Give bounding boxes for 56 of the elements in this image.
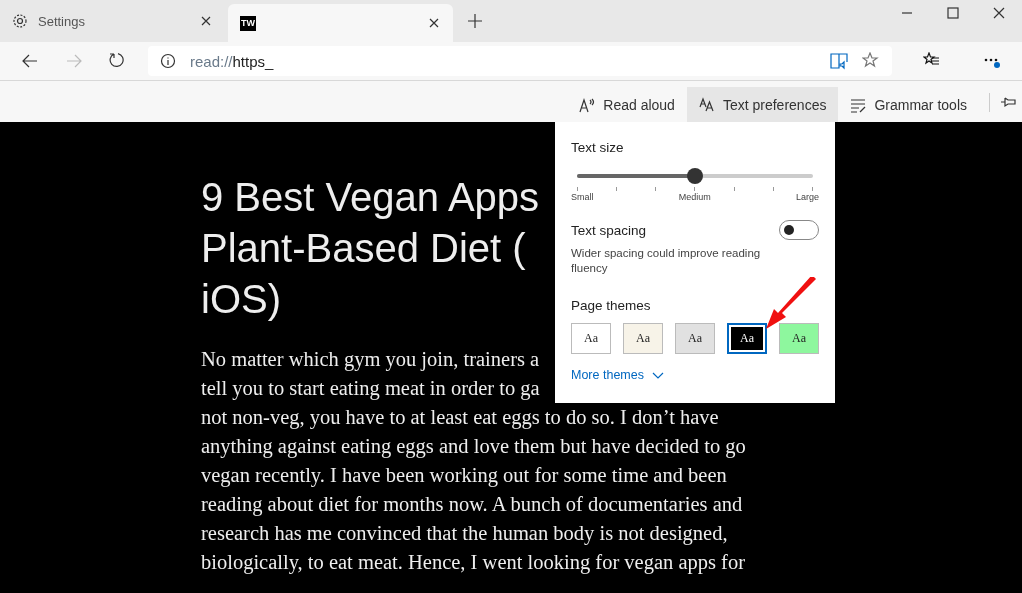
info-icon xyxy=(160,53,176,69)
address-bar[interactable]: read://https_ xyxy=(148,46,892,76)
maximize-icon xyxy=(947,7,959,19)
theme-swatch[interactable]: Aa xyxy=(675,323,715,354)
theme-swatch[interactable]: Aa xyxy=(779,323,819,354)
scale-label: Large xyxy=(795,192,819,202)
close-icon[interactable] xyxy=(199,14,213,28)
forward-arrow-icon xyxy=(66,53,82,69)
close-icon[interactable] xyxy=(427,16,441,30)
close-glyph xyxy=(427,16,441,30)
article-text-line: not non-veg, you have to at least eat eggs to do so. I don’t have xyxy=(201,405,719,431)
setting-description: Wider spacing could improve reading fluency xyxy=(571,246,762,276)
theme-swatch[interactable]: Aa xyxy=(623,323,663,354)
reader-toolbar-button[interactable]: Text preferences xyxy=(686,87,839,122)
annotation-arrow xyxy=(764,277,818,331)
scale-label: Small xyxy=(571,192,594,202)
plus-icon xyxy=(467,13,483,29)
refresh-icon xyxy=(109,52,127,70)
theme-swatch[interactable]: Aa xyxy=(571,323,611,354)
close-glyph xyxy=(199,14,213,28)
read-aloud-button[interactable] xyxy=(830,52,848,70)
section-heading: Page themes xyxy=(571,298,652,313)
book-speaker-icon xyxy=(830,52,848,70)
scale-label: Medium xyxy=(678,192,711,202)
favorite-button[interactable] xyxy=(862,52,880,70)
star-plus-icon xyxy=(862,52,880,70)
reader-toolbar-button[interactable]: Grammar tools xyxy=(838,87,979,122)
article-text-line: tell you to start eating meat in order to ga xyxy=(201,376,540,402)
toggle-switch[interactable] xyxy=(779,220,819,240)
reader-toolbar-button[interactable]: Read aloud xyxy=(567,87,687,122)
article-title-line: Plant-Based Diet ( xyxy=(201,225,526,272)
settings-icon xyxy=(12,13,28,29)
article-text-line: anything against eating eggs and love them but have decided to go xyxy=(201,434,746,460)
text-size-slider[interactable] xyxy=(577,168,813,184)
site-logo: TW xyxy=(240,15,256,31)
browser-tab[interactable]: Settings xyxy=(0,0,225,42)
read-aloud-icon xyxy=(579,96,596,113)
browser-tab[interactable]: TW xyxy=(228,4,453,42)
url-text: read://https_ xyxy=(190,52,275,70)
section-heading: Text size xyxy=(571,140,625,155)
grammar-icon xyxy=(850,96,867,113)
article-text-line: reading about diet for months now. A bunch of documentaries and xyxy=(201,492,743,518)
article-text-line: research has me convinced that the human body is not designed, xyxy=(201,521,728,547)
article-text-line: No matter which gym you join, trainers a xyxy=(201,347,540,373)
close-icon xyxy=(993,7,1005,19)
article-text-line: biologically, to eat meat. Hence, I went looking for vegan apps for xyxy=(201,550,746,576)
back-arrow-icon xyxy=(22,53,38,69)
article-text-line: vegan recently. I have been working out for some time and been xyxy=(201,463,727,489)
section-heading: Text spacing xyxy=(571,222,647,238)
article-title-line: iOS) xyxy=(201,276,281,323)
tab-title: Settings xyxy=(38,13,86,29)
slider-thumb[interactable] xyxy=(687,168,703,184)
text-size-icon xyxy=(698,96,715,113)
theme-swatch[interactable]: Aa xyxy=(727,323,767,354)
more-themes-link[interactable]: More themes xyxy=(571,368,819,382)
article-title-line: 9 Best Vegan Apps xyxy=(201,174,540,221)
